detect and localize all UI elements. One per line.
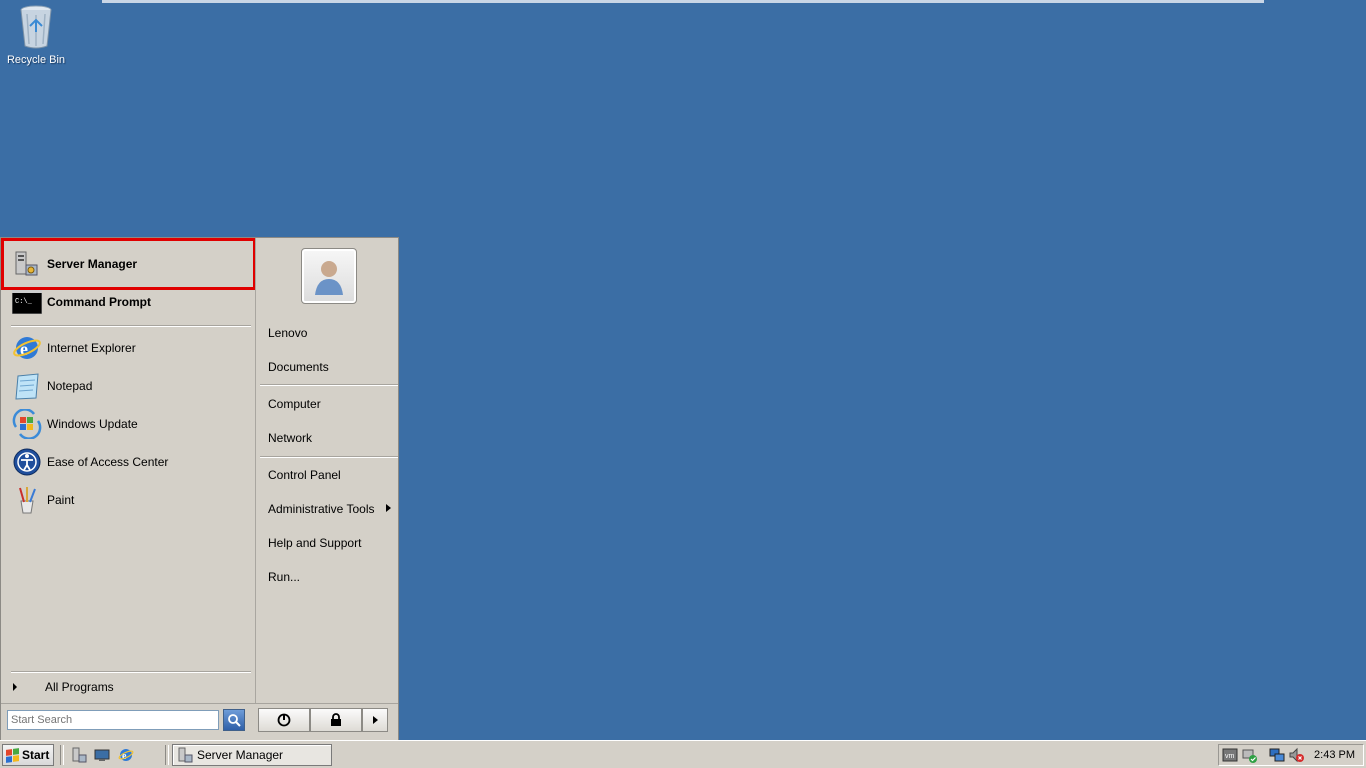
clock[interactable]: 2:43 PM: [1314, 749, 1355, 761]
places-item-help-and-support[interactable]: Help and Support: [268, 536, 361, 550]
system-tray: vm 2:43 PM: [1218, 744, 1364, 766]
menu-item-internet-explorer[interactable]: e Internet Explorer: [11, 331, 136, 365]
ease-of-access-icon: [11, 446, 43, 478]
network-icon[interactable]: [1269, 747, 1285, 763]
user-avatar-icon: [315, 261, 343, 295]
internet-explorer-icon: e: [11, 332, 43, 364]
taskbar-separator: [60, 745, 64, 765]
menu-item-label: Internet Explorer: [47, 341, 136, 355]
taskbar: Start e Server Manager vm 2:43 PM: [0, 740, 1366, 768]
taskbar-separator: [165, 745, 169, 765]
menu-separator: [260, 456, 398, 457]
windows-logo-icon: [6, 747, 19, 763]
notepad-icon: [11, 370, 43, 402]
top-window-edge: [102, 0, 1264, 3]
start-button[interactable]: Start: [2, 744, 54, 766]
recycle-bin-label: Recycle Bin: [6, 54, 66, 66]
start-search-input[interactable]: [7, 710, 219, 730]
places-item-administrative-tools[interactable]: Administrative Tools: [268, 502, 375, 516]
menu-item-label: Notepad: [47, 379, 93, 393]
vmware-tools-icon[interactable]: vm: [1222, 747, 1238, 763]
places-item-network[interactable]: Network: [268, 431, 312, 445]
recycle-bin[interactable]: Recycle Bin: [4, 2, 68, 66]
server-manager-icon: [72, 747, 87, 763]
server-manager-icon: [178, 747, 193, 763]
menu-item-notepad[interactable]: Notepad: [11, 369, 92, 403]
menu-separator: [11, 325, 251, 326]
action-center-flag-icon[interactable]: [1241, 747, 1257, 763]
show-desktop-icon: [94, 749, 110, 761]
menu-separator: [260, 384, 398, 385]
places-item-control-panel[interactable]: Control Panel: [268, 468, 341, 482]
menu-item-label: Ease of Access Center: [47, 455, 169, 469]
places-item-lenovo[interactable]: Lenovo: [268, 326, 307, 340]
quicklaunch-internet-explorer[interactable]: e: [117, 746, 135, 764]
menu-item-label: Paint: [47, 493, 75, 507]
places-item-computer[interactable]: Computer: [268, 397, 321, 411]
start-menu-places-pane: Lenovo Documents Computer Network Contro…: [255, 238, 399, 703]
command-prompt-icon: C:\_: [11, 286, 43, 318]
start-menu-bottom-bar: [1, 703, 398, 742]
start-menu-programs-pane: Server Manager C:\_ Command Prompt e Int…: [3, 238, 254, 703]
options-arrow-icon: [372, 716, 378, 724]
internet-explorer-icon: e: [118, 749, 134, 762]
expand-arrow-icon: [13, 683, 17, 691]
taskbar-button-server-manager[interactable]: Server Manager: [172, 744, 332, 766]
places-item-run[interactable]: Run...: [268, 570, 300, 584]
user-picture[interactable]: [301, 248, 357, 304]
menu-separator: [11, 671, 251, 672]
lock-icon: [331, 713, 341, 726]
start-menu: Server Manager C:\_ Command Prompt e Int…: [0, 237, 399, 740]
menu-item-label: Windows Update: [47, 417, 138, 431]
paint-icon: [11, 484, 43, 516]
svg-text:C:\_: C:\_: [15, 298, 33, 306]
power-button[interactable]: [258, 708, 310, 732]
menu-item-paint[interactable]: Paint: [11, 483, 74, 517]
places-item-documents[interactable]: Documents: [268, 360, 329, 374]
quicklaunch-server-manager[interactable]: [70, 746, 88, 764]
menu-item-ease-of-access-center[interactable]: Ease of Access Center: [11, 445, 168, 479]
shutdown-options-button[interactable]: [362, 708, 388, 732]
search-button[interactable]: [223, 709, 245, 731]
all-programs-label: All Programs: [45, 680, 114, 694]
svg-text:vm: vm: [1225, 753, 1235, 760]
search-icon: [228, 714, 241, 727]
menu-item-label: Command Prompt: [47, 295, 152, 309]
power-icon: [277, 713, 291, 727]
quicklaunch-show-desktop[interactable]: [93, 746, 111, 764]
menu-item-windows-update[interactable]: Windows Update: [11, 407, 138, 441]
recycle-bin-icon: [20, 5, 52, 49]
start-label: Start: [22, 748, 50, 762]
lock-button[interactable]: [310, 708, 362, 732]
all-programs-button[interactable]: All Programs: [13, 680, 114, 694]
windows-update-icon: [11, 408, 43, 440]
taskbar-button-label: Server Manager: [197, 748, 284, 762]
highlight-box: [1, 238, 256, 290]
submenu-arrow-icon: [386, 504, 391, 512]
volume-muted-icon[interactable]: [1288, 747, 1304, 763]
menu-item-command-prompt[interactable]: C:\_ Command Prompt: [11, 285, 151, 319]
